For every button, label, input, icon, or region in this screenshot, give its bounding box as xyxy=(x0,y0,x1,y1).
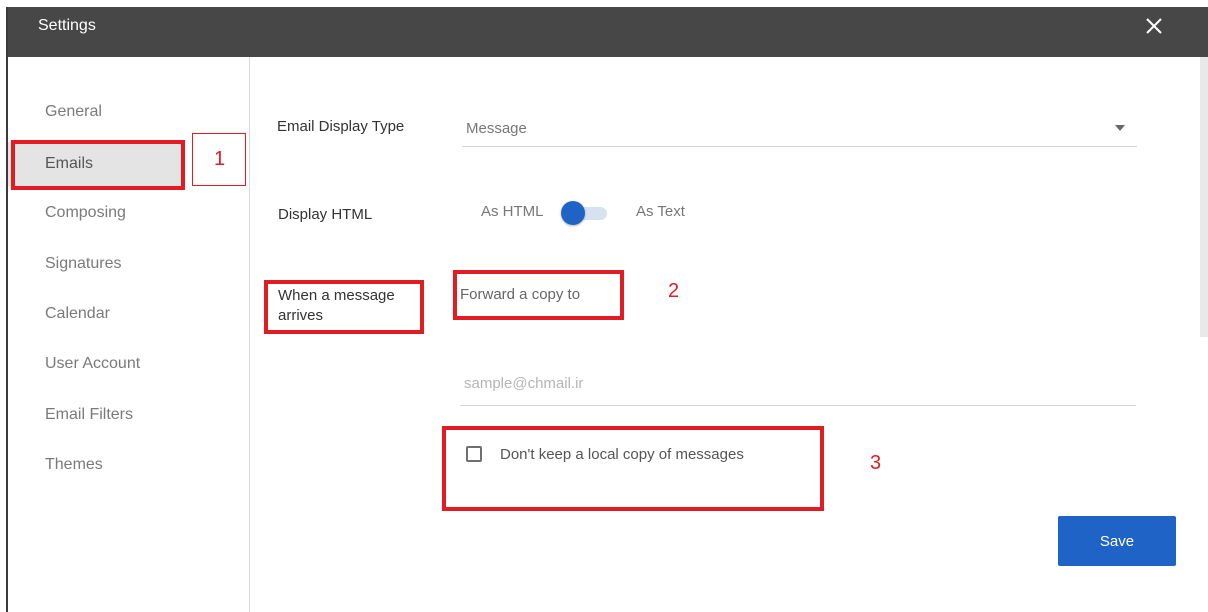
toggle-knob xyxy=(561,201,585,225)
sidebar-item-themes[interactable]: Themes xyxy=(8,443,183,487)
display-html-label: Display HTML xyxy=(278,206,373,223)
sidebar-item-user-account[interactable]: User Account xyxy=(8,342,183,386)
close-icon xyxy=(1146,18,1162,34)
email-display-type-value: Message xyxy=(466,120,527,137)
annotation-box-forward-copy xyxy=(453,270,624,320)
email-display-type-select[interactable]: Message xyxy=(462,108,1137,147)
annotation-number-3: 3 xyxy=(870,452,882,474)
close-button[interactable] xyxy=(1140,12,1168,40)
save-button[interactable]: Save xyxy=(1058,516,1176,566)
settings-title: Settings xyxy=(38,17,96,34)
email-display-type-label: Email Display Type xyxy=(277,118,405,135)
sidebar-item-calendar[interactable]: Calendar xyxy=(8,292,183,336)
dropdown-caret-icon xyxy=(1115,125,1125,131)
toggle-option-as-html: As HTML xyxy=(481,203,544,220)
settings-titlebar xyxy=(8,7,1208,57)
toggle-option-as-text: As Text xyxy=(636,203,685,220)
vertical-scrollbar[interactable] xyxy=(1200,57,1208,337)
forward-email-input[interactable] xyxy=(460,362,1136,406)
annotation-number-2: 2 xyxy=(668,280,680,302)
sidebar-item-general[interactable]: General xyxy=(8,90,183,134)
annotation-number-1: 1 xyxy=(214,148,226,170)
display-html-toggle[interactable] xyxy=(561,201,609,225)
sidebar-item-composing[interactable]: Composing xyxy=(8,191,183,235)
annotation-box-local-copy xyxy=(442,426,824,511)
annotation-box-emails xyxy=(11,140,185,190)
annotation-box-message-arrives xyxy=(264,280,424,334)
sidebar-item-signatures[interactable]: Signatures xyxy=(8,242,183,286)
sidebar-item-email-filters[interactable]: Email Filters xyxy=(8,393,183,437)
window-left-edge xyxy=(0,0,8,612)
